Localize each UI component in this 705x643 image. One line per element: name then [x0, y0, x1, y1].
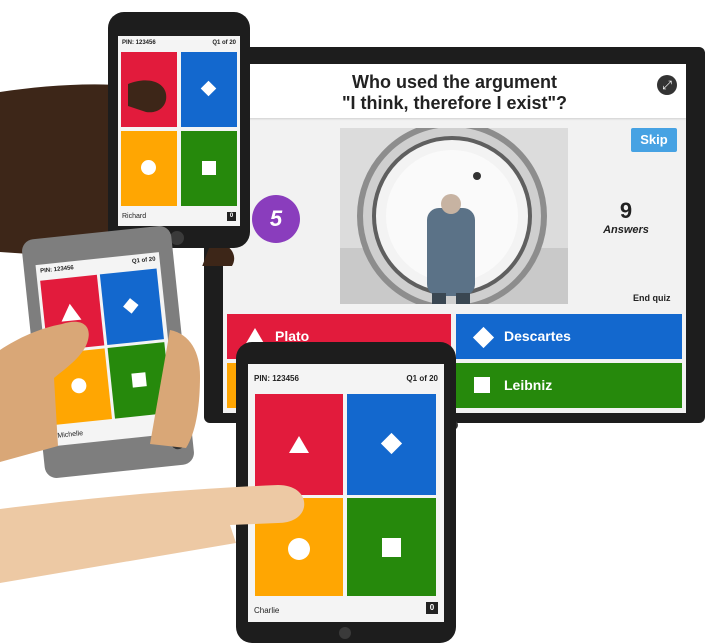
- thinker-in-pipe-illustration: [340, 128, 568, 304]
- blue-answer-button[interactable]: [181, 52, 237, 127]
- answer-label-4: Leibniz: [504, 377, 553, 393]
- answer-option-2[interactable]: Descartes: [456, 314, 682, 359]
- square-icon: [202, 161, 216, 175]
- score-badge: 0: [426, 602, 438, 614]
- diamond-icon: [200, 80, 217, 97]
- diamond-icon: [380, 432, 403, 455]
- phone-richard-screen: PIN: 123456 Q1 of 20 Richard 0: [118, 36, 240, 226]
- answer-grid: [118, 50, 240, 212]
- question-header: Who used the argument "I think, therefor…: [223, 64, 686, 118]
- home-button[interactable]: [170, 231, 184, 245]
- blue-answer-button[interactable]: [347, 394, 436, 495]
- player-name: Richard: [122, 213, 147, 220]
- square-icon: [382, 538, 401, 557]
- question-line-2: "I think, therefore I exist"?: [341, 93, 568, 113]
- question-line-1: Who used the argument: [351, 72, 557, 92]
- green-answer-button[interactable]: [181, 131, 237, 206]
- pin-label: PIN: 123456: [254, 374, 299, 383]
- tan-hand: [0, 321, 200, 462]
- answer-label-2: Descartes: [504, 328, 571, 344]
- question-progress: Q1 of 20: [212, 40, 236, 46]
- green-answer-button[interactable]: [347, 498, 436, 596]
- answers-label: Answers: [603, 224, 649, 236]
- pin-label: PIN: 123456: [122, 40, 156, 46]
- player-name: Charlie: [254, 606, 280, 615]
- question-image: [340, 128, 568, 304]
- pin-label: PIN: 123456: [39, 265, 75, 275]
- square-icon: [474, 377, 490, 393]
- triangle-icon: [289, 436, 309, 453]
- end-quiz-link[interactable]: End quiz: [633, 293, 671, 303]
- phone-richard: PIN: 123456 Q1 of 20 Richard 0: [108, 12, 250, 248]
- question-progress: Q1 of 20: [406, 374, 438, 383]
- countdown-timer: 5: [252, 195, 300, 243]
- home-button[interactable]: [339, 627, 351, 639]
- pointing-finger-hand: [0, 485, 305, 583]
- circle-icon: [141, 160, 156, 175]
- answer-option-4[interactable]: Leibniz: [456, 363, 682, 408]
- answers-count: 9: [619, 198, 633, 223]
- red-answer-button[interactable]: [255, 394, 343, 495]
- dark-thumb: [128, 80, 167, 113]
- question-progress: Q1 of 20: [131, 256, 156, 265]
- fullscreen-icon[interactable]: ⤢: [657, 75, 677, 95]
- diamond-icon: [472, 326, 495, 349]
- skip-button[interactable]: Skip: [631, 128, 677, 152]
- yellow-answer-button[interactable]: [121, 131, 177, 206]
- score-badge: 0: [227, 212, 236, 221]
